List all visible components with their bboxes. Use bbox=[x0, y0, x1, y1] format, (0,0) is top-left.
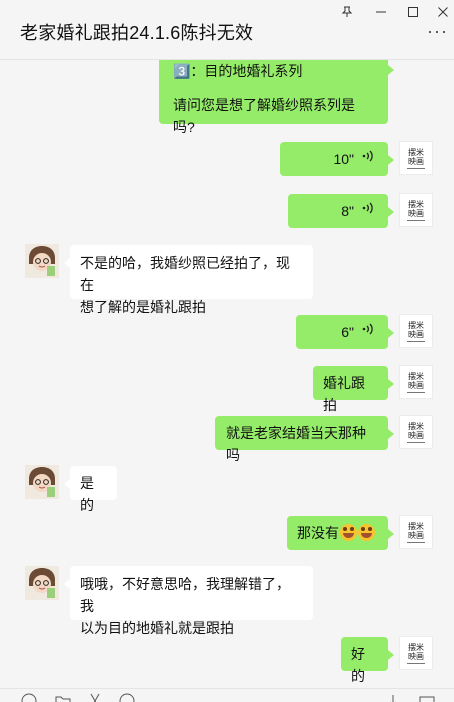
message-text: 好的 bbox=[351, 646, 365, 684]
folder-icon[interactable] bbox=[54, 693, 72, 702]
message-bubble[interactable]: 好的 bbox=[341, 637, 394, 684]
my-avatar[interactable]: 摆米 映画 bbox=[399, 314, 433, 348]
contact-avatar[interactable] bbox=[25, 244, 59, 278]
maximize-icon[interactable] bbox=[400, 3, 426, 21]
message-bubble[interactable]: 是的 bbox=[64, 466, 117, 513]
message-text-line: 以为目的地婚礼就是跟拍 bbox=[80, 620, 234, 636]
grin-sweat-emoji bbox=[340, 524, 357, 541]
message-text-line: 哦哦，不好意思哈，我理解错了，我 bbox=[80, 576, 290, 614]
message-text: 那没有 bbox=[297, 525, 339, 541]
message-bubble[interactable]: 就是老家结婚当天那种吗 bbox=[215, 416, 394, 463]
pin-icon[interactable] bbox=[334, 3, 360, 21]
contact-avatar[interactable] bbox=[25, 465, 59, 499]
my-avatar[interactable]: 摆米 映画 bbox=[399, 636, 433, 670]
message-bubble[interactable]: 那没有 bbox=[287, 516, 394, 550]
emoji-icon[interactable] bbox=[20, 693, 38, 702]
message-text-line: 不是的哈，我婚纱照已经拍了，现在 bbox=[80, 255, 290, 293]
voice-message[interactable]: 8" bbox=[288, 194, 394, 228]
chat-history-icon[interactable] bbox=[118, 693, 136, 702]
message-bubble[interactable]: 哦哦，不好意思哈，我理解错了，我 以为目的地婚礼就是跟拍 bbox=[64, 566, 313, 636]
close-icon[interactable] bbox=[430, 3, 454, 21]
voice-duration: 8" bbox=[341, 203, 354, 219]
wave-voice-icon bbox=[362, 200, 374, 222]
my-avatar[interactable]: 摆米 映画 bbox=[399, 365, 433, 399]
my-avatar[interactable]: 摆米 映画 bbox=[399, 193, 433, 227]
my-avatar[interactable]: 摆米 映画 bbox=[399, 515, 433, 549]
message-text-line: 请问您是想了解婚纱照系列是吗? bbox=[173, 97, 355, 135]
contact-avatar[interactable] bbox=[25, 566, 59, 600]
message-bubble[interactable]: 不是的哈，我婚纱照已经拍了，现在 想了解的是婚礼跟拍 bbox=[64, 245, 313, 315]
wave-voice-icon bbox=[362, 321, 374, 343]
voice-message[interactable]: 6" bbox=[296, 315, 394, 349]
message-text-line: 3️⃣：目的地婚礼系列 bbox=[173, 63, 303, 79]
message-bubble[interactable]: 3️⃣：目的地婚礼系列 请问您是想了解婚纱照系列是吗? bbox=[159, 60, 394, 135]
voice-duration: 10" bbox=[333, 151, 354, 167]
my-avatar[interactable]: 摆米 映画 bbox=[399, 141, 433, 175]
message-list[interactable]: 3️⃣：目的地婚礼系列 请问您是想了解婚纱照系列是吗? 10" 摆米 映画 8"… bbox=[0, 60, 454, 688]
chat-header: 老家婚礼跟拍24.1.6陈抖无效 ··· bbox=[0, 0, 454, 60]
more-options-icon[interactable]: ··· bbox=[427, 22, 448, 40]
message-bubble[interactable]: 婚礼跟拍 bbox=[313, 366, 394, 413]
scissors-icon[interactable] bbox=[86, 693, 104, 702]
grin-sweat-emoji bbox=[358, 524, 375, 541]
wave-voice-icon bbox=[362, 148, 374, 170]
voice-message[interactable]: 10" bbox=[280, 142, 394, 176]
chat-title: 老家婚礼跟拍24.1.6陈抖无效 bbox=[20, 23, 254, 43]
message-text: 就是老家结婚当天那种吗 bbox=[226, 425, 366, 463]
message-text-line: 想了解的是婚礼跟拍 bbox=[80, 299, 206, 315]
voice-call-icon[interactable] bbox=[384, 693, 402, 702]
voice-duration: 6" bbox=[341, 324, 354, 340]
message-text: 婚礼跟拍 bbox=[323, 375, 365, 413]
video-call-icon[interactable] bbox=[418, 693, 436, 702]
my-avatar[interactable]: 摆米 映画 bbox=[399, 415, 433, 449]
minimize-icon[interactable] bbox=[368, 3, 394, 21]
message-text: 是的 bbox=[80, 475, 94, 513]
input-toolbar bbox=[0, 688, 454, 702]
